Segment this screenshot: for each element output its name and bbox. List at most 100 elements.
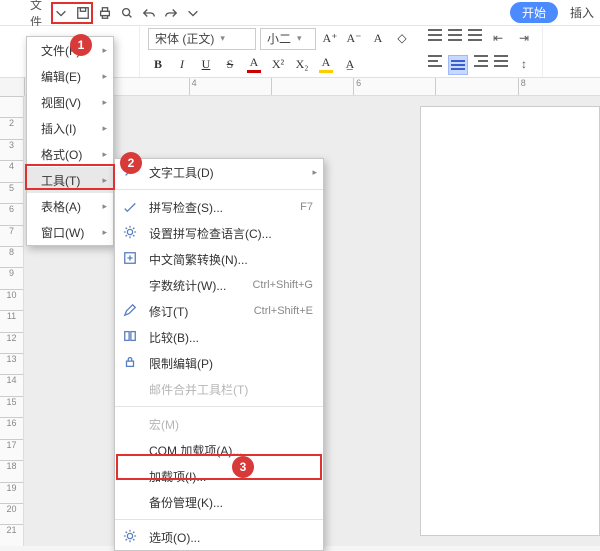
menu-item-label: 格式(O): [41, 146, 82, 163]
submenu-item-revision[interactable]: 修订(T) Ctrl+Shift+E: [115, 298, 323, 324]
menu-item-window[interactable]: 窗口(W) ▸: [27, 219, 113, 245]
ruler-tick: 4: [189, 78, 271, 95]
ruler-tick: 7: [0, 225, 23, 246]
decrease-indent-icon[interactable]: ⇤: [488, 29, 508, 49]
menu-item-view[interactable]: 视图(V) ▸: [27, 89, 113, 115]
chevron-right-icon: ▸: [102, 123, 107, 134]
decrease-font-icon[interactable]: A⁻: [344, 29, 364, 49]
ruler-tick: 8: [0, 246, 23, 267]
change-case-icon[interactable]: A: [368, 29, 388, 49]
ruler-tick: [271, 78, 353, 95]
highlight-button[interactable]: A: [316, 54, 336, 74]
submenu-item-texttools[interactable]: 文字工具(D) ▸: [115, 159, 323, 185]
bullet-list-icon[interactable]: [428, 29, 442, 41]
tools-submenu: 文字工具(D) ▸ 拼写检查(S)... F7 设置拼写检查语言(C)... 中…: [114, 158, 324, 551]
redo-icon[interactable]: [162, 4, 180, 22]
undo-icon[interactable]: [140, 4, 158, 22]
vertical-ruler: 2 3 4 5 6 7 8 9 10 11 12 13 14 15 16 17 …: [0, 96, 24, 546]
ruler-tick: 6: [0, 203, 23, 224]
font-size-select[interactable]: 小二 ▾: [260, 28, 316, 50]
submenu-item-spelllang[interactable]: 设置拼写检查语言(C)...: [115, 220, 323, 246]
multilevel-list-icon[interactable]: [468, 29, 482, 41]
chevron-down-icon: ▾: [297, 33, 302, 44]
char-border-button[interactable]: A̲: [340, 54, 360, 74]
submenu-item-convert[interactable]: 中文简繁转换(N)...: [115, 246, 323, 272]
submenu-item-restrict[interactable]: 限制编辑(P): [115, 350, 323, 376]
menu-item-label: 选项(O)...: [149, 529, 200, 546]
strike-button[interactable]: S: [220, 54, 240, 74]
line-spacing-icon[interactable]: ↕: [514, 55, 534, 75]
menu-item-label: 备份管理(K)...: [149, 494, 223, 511]
align-right-icon[interactable]: [474, 55, 488, 67]
font-color-button[interactable]: A: [244, 54, 264, 74]
chevron-right-icon: ▸: [312, 167, 317, 178]
ruler-tick: 4: [0, 160, 23, 181]
start-tab[interactable]: 开始: [510, 2, 558, 23]
compare-icon: [123, 329, 139, 345]
paragraph-group: ⇤ ⇥ ↕: [420, 26, 543, 77]
increase-indent-icon[interactable]: ⇥: [514, 29, 534, 49]
menu-separator: [115, 519, 323, 520]
increase-font-icon[interactable]: A⁺: [320, 29, 340, 49]
ruler-tick: 13: [0, 353, 23, 374]
menu-item-label: 限制编辑(P): [149, 355, 213, 372]
menu-item-label: 编辑(E): [41, 68, 81, 85]
annotation-badge: 3: [232, 456, 254, 478]
submenu-item-options[interactable]: 选项(O)...: [115, 524, 323, 550]
number-list-icon[interactable]: [448, 29, 462, 41]
chevron-right-icon: ▸: [102, 227, 107, 238]
ruler-tick: [0, 96, 23, 117]
superscript-button[interactable]: X²: [268, 54, 288, 74]
ruler-tick: 15: [0, 396, 23, 417]
menu-item-label: 拼写检查(S)...: [149, 199, 223, 216]
submenu-item-macro: 宏(M): [115, 411, 323, 437]
subscript-button[interactable]: X₂: [292, 54, 312, 74]
font-name-select[interactable]: 宋体 (正文) ▾: [148, 28, 256, 50]
convert-icon: [123, 251, 139, 267]
ruler-tick: [106, 78, 188, 95]
submenu-item-wordcount[interactable]: 字数统计(W)... Ctrl+Shift+G: [115, 272, 323, 298]
ruler-tick: 6: [353, 78, 435, 95]
gear-icon: [123, 529, 139, 545]
ruler-tick: 19: [0, 482, 23, 503]
hamburger-icon[interactable]: [8, 4, 26, 22]
ruler-tick: 5: [0, 182, 23, 203]
more-chevron-icon[interactable]: [184, 4, 202, 22]
align-center-icon[interactable]: [448, 55, 468, 75]
bold-button[interactable]: B: [148, 54, 168, 74]
ruler-tick: 11: [0, 310, 23, 331]
submenu-item-backup[interactable]: 备份管理(K)...: [115, 489, 323, 515]
file-label[interactable]: 文件: [30, 4, 48, 22]
menu-item-label: 设置拼写检查语言(C)...: [149, 225, 272, 242]
menu-item-edit[interactable]: 编辑(E) ▸: [27, 63, 113, 89]
spellcheck-icon: [123, 199, 139, 215]
align-left-icon[interactable]: [428, 55, 442, 67]
document-page[interactable]: [420, 106, 600, 536]
chevron-right-icon: ▸: [102, 45, 107, 56]
ruler-tick: 20: [0, 503, 23, 524]
menu-shortcut: Ctrl+Shift+E: [254, 305, 313, 317]
menu-shortcut: Ctrl+Shift+G: [252, 279, 313, 291]
gear-icon: [123, 225, 139, 241]
annotation-box: [51, 2, 93, 24]
menu-item-table[interactable]: 表格(A) ▸: [27, 193, 113, 219]
clear-format-icon[interactable]: ◇: [392, 29, 412, 49]
menu-item-insert[interactable]: 插入(I) ▸: [27, 115, 113, 141]
annotation-box: [116, 454, 322, 480]
annotation-box: [25, 164, 115, 190]
align-justify-icon[interactable]: [494, 55, 508, 67]
chevron-right-icon: ▸: [102, 149, 107, 160]
print-icon[interactable]: [96, 4, 114, 22]
submenu-item-compare[interactable]: 比较(B)...: [115, 324, 323, 350]
ruler-tick: 9: [0, 267, 23, 288]
chevron-right-icon: ▸: [102, 97, 107, 108]
font-name-value: 宋体 (正文): [155, 30, 214, 47]
submenu-item-mailmerge: 邮件合并工具栏(T): [115, 376, 323, 402]
main-menu: 文件(F) ▸ 编辑(E) ▸ 视图(V) ▸ 插入(I) ▸ 格式(O) ▸ …: [26, 36, 114, 246]
insert-tab[interactable]: 插入: [570, 4, 594, 21]
underline-button[interactable]: U: [196, 54, 216, 74]
preview-icon[interactable]: [118, 4, 136, 22]
italic-button[interactable]: I: [172, 54, 192, 74]
submenu-item-spellcheck[interactable]: 拼写检查(S)... F7: [115, 194, 323, 220]
menu-item-label: 视图(V): [41, 94, 81, 111]
